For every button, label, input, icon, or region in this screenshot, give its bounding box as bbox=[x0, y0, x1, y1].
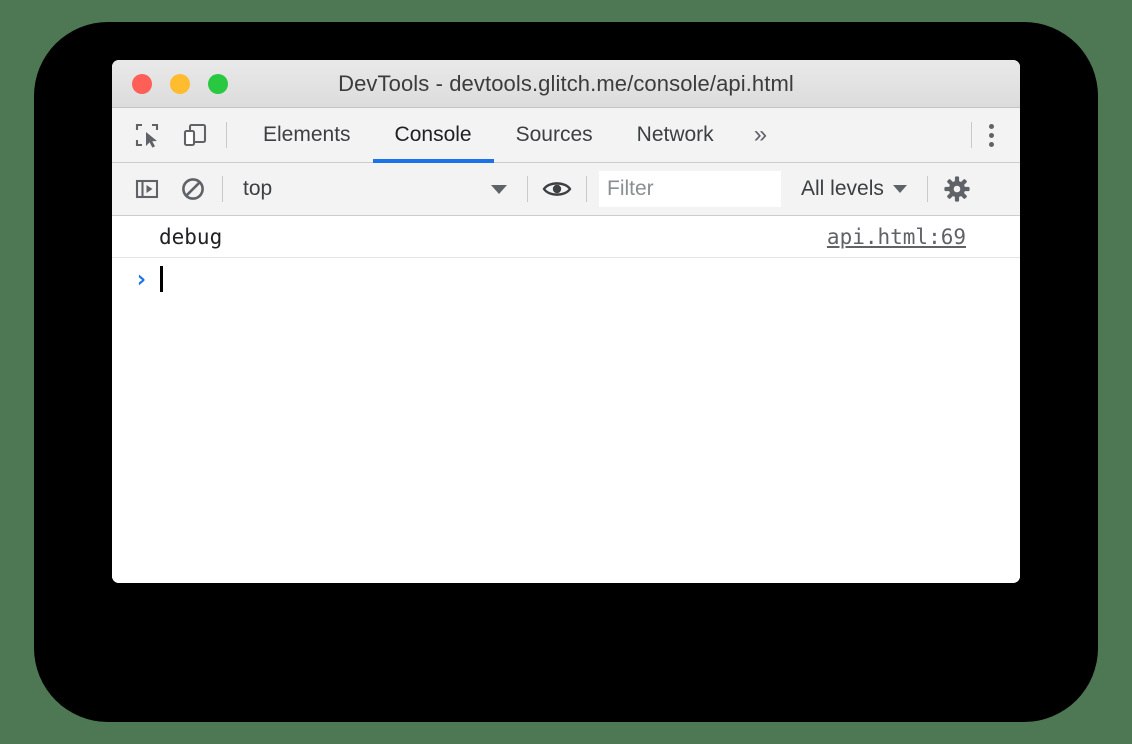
console-toolbar-divider-4 bbox=[926, 176, 928, 202]
kebab-menu-icon[interactable] bbox=[974, 118, 1008, 152]
console-toolbar: top All levels bbox=[112, 163, 1020, 216]
tabbar-left-icons bbox=[112, 108, 226, 162]
tab-network[interactable]: Network bbox=[615, 108, 736, 162]
console-toolbar-divider-1 bbox=[222, 176, 223, 202]
log-level-value: All levels bbox=[801, 177, 884, 200]
console-toolbar-divider-3 bbox=[586, 176, 587, 202]
window-title: DevTools - devtools.glitch.me/console/ap… bbox=[338, 70, 794, 96]
close-window-button[interactable] bbox=[132, 73, 152, 94]
tab-console-label: Console bbox=[394, 123, 472, 146]
log-level-selector[interactable]: All levels bbox=[793, 172, 915, 206]
console-sidebar-toggle-icon[interactable] bbox=[130, 172, 164, 206]
tab-sources-label: Sources bbox=[515, 123, 593, 146]
panel-tabs: Elements Console Sources Network » bbox=[227, 108, 785, 163]
devtools-tabbar: Elements Console Sources Network » bbox=[112, 108, 1020, 163]
tabbar-right-icons bbox=[971, 108, 1020, 162]
traffic-lights bbox=[132, 73, 228, 94]
device-toolbar-icon[interactable] bbox=[178, 118, 212, 152]
chevron-down-icon bbox=[491, 184, 507, 194]
zoom-window-button[interactable] bbox=[208, 73, 228, 94]
inspect-element-icon[interactable] bbox=[130, 118, 164, 152]
more-tabs-label: » bbox=[753, 121, 768, 148]
execution-context-value: top bbox=[243, 177, 273, 200]
console-prompt-row[interactable]: › bbox=[112, 258, 1020, 300]
devtools-window: DevTools - devtools.glitch.me/console/ap… bbox=[112, 60, 1020, 583]
tabbar-right-divider bbox=[971, 122, 972, 148]
console-message-list[interactable]: debug api.html:69 › bbox=[112, 216, 1020, 583]
screenshot-root: DevTools - devtools.glitch.me/console/ap… bbox=[0, 0, 1132, 744]
tab-network-label: Network bbox=[636, 123, 714, 146]
clear-console-icon[interactable] bbox=[176, 172, 210, 206]
prompt-arrow-icon: › bbox=[134, 265, 149, 293]
tab-elements[interactable]: Elements bbox=[241, 108, 373, 162]
console-toolbar-divider-2 bbox=[527, 176, 528, 202]
window-titlebar: DevTools - devtools.glitch.me/console/ap… bbox=[112, 60, 1020, 108]
tab-console[interactable]: Console bbox=[372, 108, 494, 163]
eye-icon[interactable] bbox=[540, 172, 574, 206]
console-message-source-link[interactable]: api.html:69 bbox=[827, 225, 966, 249]
tab-sources[interactable]: Sources bbox=[494, 108, 615, 162]
tab-elements-label: Elements bbox=[263, 123, 351, 146]
gear-icon[interactable] bbox=[940, 172, 974, 206]
more-tabs-button[interactable]: » bbox=[736, 108, 785, 162]
text-cursor bbox=[160, 266, 163, 292]
minimize-window-button[interactable] bbox=[170, 73, 190, 94]
console-message-text: debug bbox=[159, 224, 223, 249]
execution-context-selector[interactable]: top bbox=[235, 172, 515, 206]
chevron-down-icon bbox=[892, 185, 907, 193]
console-message-row[interactable]: debug api.html:69 bbox=[112, 216, 1020, 258]
filter-input[interactable] bbox=[599, 171, 781, 207]
